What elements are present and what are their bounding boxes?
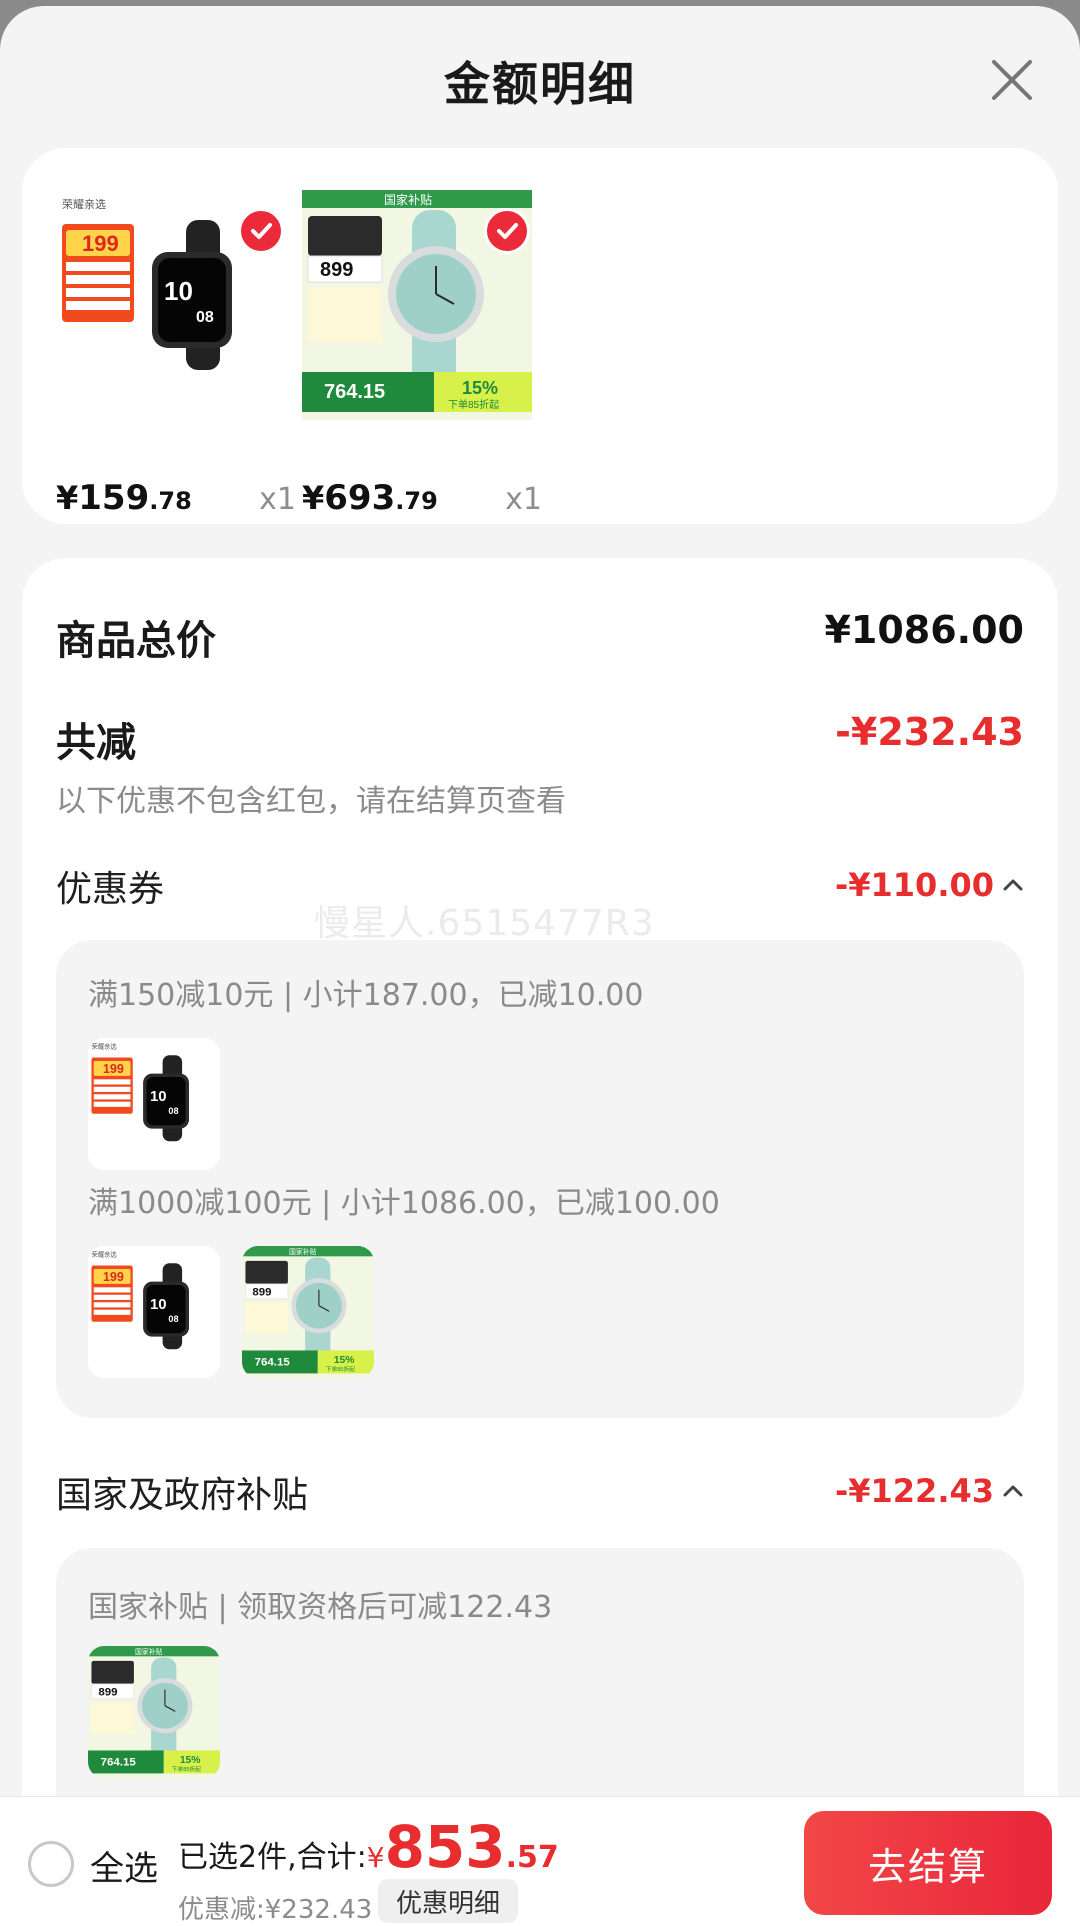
- product-price: ¥159.78: [56, 478, 192, 518]
- close-icon[interactable]: [984, 52, 1040, 108]
- reduce-label: 共减: [56, 720, 136, 766]
- product-quantity: x1: [505, 482, 542, 517]
- chevron-up-icon[interactable]: [1002, 877, 1024, 893]
- price-integer: 159: [78, 478, 150, 518]
- discount-text: 优惠减:¥232.43: [178, 1895, 373, 1925]
- subsidy-rule-text: 国家补贴 | 领取资格后可减122.43: [88, 1590, 553, 1625]
- price-row: ¥159.78 x1: [56, 478, 296, 528]
- subsidy-value: -¥122.43: [834, 1472, 994, 1510]
- reduce-value: -¥232.43: [835, 710, 1024, 754]
- coupon-value: -¥110.00: [834, 866, 994, 904]
- product-item[interactable]: ¥693.79 x1: [302, 190, 542, 518]
- select-all-radio[interactable]: [28, 1841, 74, 1887]
- chevron-up-icon[interactable]: [1002, 1483, 1024, 1499]
- total-label: 商品总价: [56, 618, 216, 664]
- watermark: 慢星人.6515477R3: [314, 903, 655, 944]
- coupon-detail-panel: 满150减10元 | 小计187.00，已减10.00 满1000减100元 |…: [56, 940, 1024, 1418]
- total-integer: 853: [384, 1813, 506, 1881]
- product-image-smartwatch: [56, 190, 286, 420]
- product-image-xiaomi-watch: [302, 190, 532, 420]
- checked-icon[interactable]: [238, 208, 284, 254]
- product-card: ¥159.78 x1 ¥693.79 x1: [22, 148, 1058, 524]
- price-row: ¥693.79 x1: [302, 478, 542, 528]
- coupon-value-group: -¥110.00: [835, 866, 1024, 904]
- price-currency: ¥: [302, 479, 325, 517]
- summary-card: 商品总价 ¥1086.00 共减 -¥232.43 以下优惠不包含红包，请在结算…: [22, 558, 1058, 1926]
- reduce-note: 以下优惠不包含红包，请在结算页查看: [56, 784, 566, 819]
- coupon-product-thumb: [88, 1246, 220, 1378]
- subsidy-row[interactable]: 国家及政府补贴 -¥122.43: [56, 1466, 1024, 1516]
- subsidy-value-group: -¥122.43: [835, 1472, 1024, 1510]
- bottom-bar: 全选 已选2件,合计:¥853.57 优惠减:¥232.43 优惠明细 去结算: [0, 1796, 1080, 1926]
- coupon-label: 优惠券: [56, 869, 165, 910]
- selected-count-text: 已选2件,合计:: [178, 1840, 367, 1875]
- reduce-row: 共减 -¥232.43: [56, 710, 1024, 766]
- subsidy-label: 国家及政府补贴: [56, 1475, 309, 1516]
- total-value: ¥1086.00: [824, 608, 1024, 652]
- total-summary: 已选2件,合计:¥853.57: [178, 1813, 559, 1881]
- price-decimal: .78: [149, 487, 192, 515]
- coupon-rule-text: 满1000减100元 | 小计1086.00，已减100.00: [88, 1186, 720, 1221]
- total-currency: ¥: [366, 1841, 385, 1874]
- product-price: ¥693.79: [302, 478, 438, 518]
- coupon-product-thumb: [242, 1246, 374, 1378]
- checked-icon[interactable]: [484, 208, 530, 254]
- price-integer: 693: [324, 478, 396, 518]
- sheet-title: 金额明细: [444, 57, 636, 111]
- product-item[interactable]: ¥159.78 x1: [56, 190, 296, 518]
- coupon-rule-text: 满150减10元 | 小计187.00，已减10.00: [88, 978, 644, 1013]
- coupon-product-thumb: [88, 1038, 220, 1170]
- total-row: 商品总价 ¥1086.00: [56, 608, 1024, 664]
- select-all-label[interactable]: 全选: [90, 1841, 158, 1890]
- discount-detail-button[interactable]: 优惠明细: [378, 1879, 518, 1923]
- price-detail-sheet: 金额明细 ¥159.78 x1 ¥693.79 x1 商品总价 ¥1086.00…: [0, 6, 1080, 1926]
- price-currency: ¥: [56, 479, 79, 517]
- checkout-button[interactable]: 去结算: [804, 1811, 1052, 1915]
- product-quantity: x1: [259, 482, 296, 517]
- price-decimal: .79: [395, 487, 438, 515]
- total-decimal: .57: [505, 1840, 559, 1875]
- subsidy-product-thumb: [88, 1646, 220, 1778]
